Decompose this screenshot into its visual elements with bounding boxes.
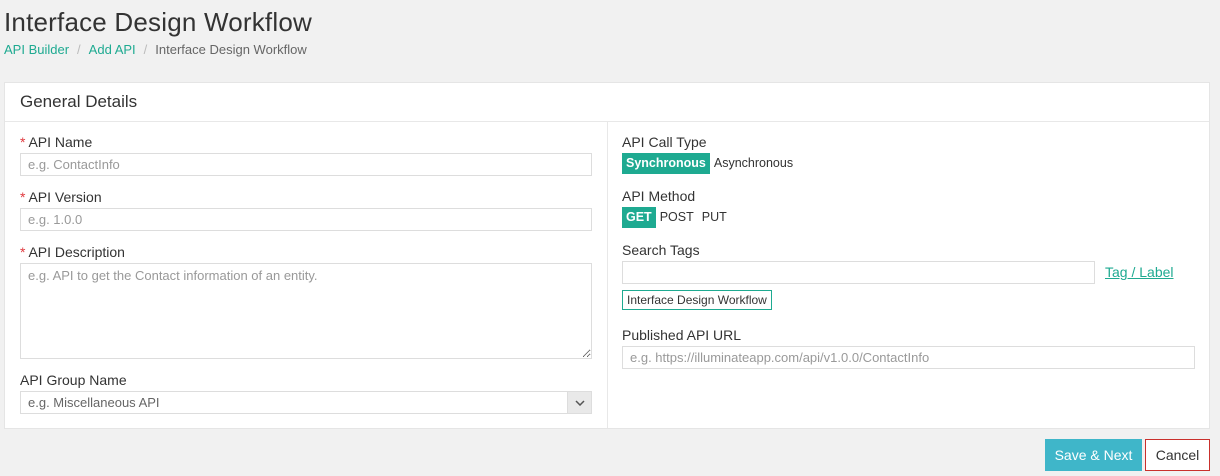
breadcrumb-separator: / (77, 42, 81, 57)
breadcrumb-api-builder[interactable]: API Builder (4, 42, 69, 57)
general-details-card: General Details *API Name *API Version *… (4, 82, 1210, 429)
call-type-toggle: Synchronous Asynchronous (622, 153, 797, 174)
api-group-label: API Group Name (20, 372, 127, 388)
breadcrumb: API Builder / Add API / Interface Design… (4, 42, 307, 57)
tag-chip[interactable]: Interface Design Workflow (622, 290, 772, 310)
search-tags-input[interactable] (622, 261, 1095, 284)
api-description-label: * API Description (20, 244, 125, 260)
api-version-label: * API Version (20, 189, 102, 205)
save-next-button[interactable]: Save & Next (1045, 439, 1142, 471)
search-tags-label: Search Tags (622, 242, 700, 258)
method-put[interactable]: PUT (698, 207, 731, 228)
breadcrumb-current: Interface Design Workflow (155, 42, 307, 57)
required-marker: * (20, 134, 26, 150)
tag-label-link[interactable]: Tag / Label (1105, 264, 1174, 280)
breadcrumb-separator: / (143, 42, 148, 57)
column-divider (607, 122, 608, 428)
required-marker: * (20, 244, 26, 260)
method-get[interactable]: GET (622, 207, 656, 228)
required-marker: * (20, 189, 26, 205)
published-url-input[interactable] (622, 346, 1195, 369)
method-label: API Method (622, 188, 696, 204)
call-type-synchronous[interactable]: Synchronous (622, 153, 710, 174)
breadcrumb-add-api[interactable]: Add API (89, 42, 136, 57)
api-group-select[interactable]: e.g. Miscellaneous API (20, 391, 592, 414)
api-name-input[interactable] (20, 153, 592, 176)
published-url-label: Published API URL (622, 327, 742, 343)
call-type-asynchronous[interactable]: Asynchronous (710, 153, 797, 174)
api-name-label: * API Name (20, 134, 93, 150)
call-type-label: API Call Type (622, 134, 707, 150)
card-header: General Details (5, 83, 1209, 122)
method-toggle: GET POST PUT (622, 207, 731, 228)
api-version-input[interactable] (20, 208, 592, 231)
chevron-down-icon[interactable] (567, 392, 591, 413)
card-title: General Details (20, 92, 138, 111)
api-description-textarea[interactable] (20, 263, 592, 359)
api-group-selected-value: e.g. Miscellaneous API (28, 395, 160, 410)
cancel-button[interactable]: Cancel (1145, 439, 1210, 471)
page-title: Interface Design Workflow (4, 7, 312, 37)
method-post[interactable]: POST (656, 207, 698, 228)
